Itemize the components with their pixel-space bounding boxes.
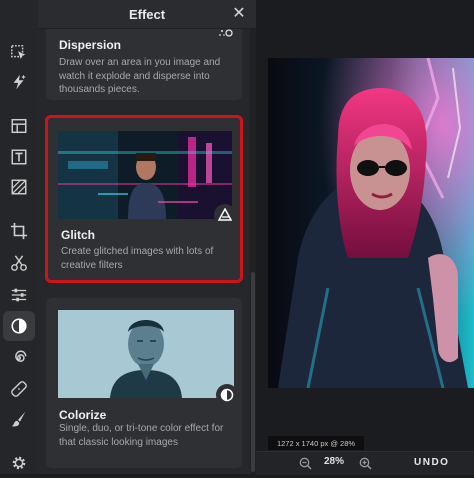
glitch-badge (214, 204, 236, 226)
panel-title: Effect (128, 6, 166, 22)
crop-icon (10, 222, 28, 240)
canvas-image[interactable] (268, 58, 474, 388)
undo-button[interactable]: UNDO (414, 457, 449, 468)
select-icon (11, 45, 26, 60)
zoom-in-button[interactable] (358, 456, 372, 470)
effect-name: Dispersion (59, 38, 122, 52)
texture-icon (11, 179, 27, 195)
swirl-tool[interactable] (3, 343, 35, 373)
dispersion-icon (219, 29, 233, 37)
panel-header: Effect ✕ (38, 0, 256, 29)
effect-card-glitch[interactable]: Glitch Create glitched images with lots … (45, 115, 243, 283)
close-icon[interactable]: ✕ (230, 4, 248, 22)
effect-description: Create glitched images with lots of crea… (61, 246, 214, 271)
heal-icon (11, 381, 27, 397)
zoom-out-button[interactable] (298, 456, 312, 470)
texture-tool[interactable] (3, 172, 35, 202)
glitch-icon (218, 208, 232, 221)
effect-name: Colorize (59, 408, 107, 422)
quick-effects-icon (13, 74, 26, 90)
cutout-tool[interactable] (3, 248, 35, 278)
effect-name: Glitch (61, 228, 96, 242)
settings-icon (12, 456, 26, 470)
brush-tool[interactable] (3, 404, 35, 434)
heal-tool[interactable] (3, 374, 35, 404)
zoom-in-icon (359, 457, 371, 469)
glitch-thumbnail (58, 131, 232, 219)
effect-panel: Effect ✕ Dispersion Draw over an area in… (38, 0, 256, 474)
effect-card-colorize[interactable]: Colorize Single, duo, or tri-tone color … (46, 298, 242, 468)
layout-tool[interactable] (3, 111, 35, 141)
layout-icon (11, 118, 27, 134)
colorize-icon (220, 388, 234, 402)
brush-icon (11, 411, 26, 427)
crop-tool[interactable] (3, 216, 35, 246)
adjust-icon (11, 288, 27, 302)
cutout-icon (11, 255, 27, 271)
zoom-out-icon (299, 457, 311, 469)
effect-description: Draw over an area in you image and watch… (59, 57, 221, 95)
colorize-thumbnail (58, 310, 234, 398)
quick-effects-tool[interactable] (3, 67, 35, 97)
text-icon (11, 149, 27, 165)
panel-scroll-thumb[interactable] (251, 272, 255, 472)
swirl-icon (15, 350, 27, 362)
effect-description: Single, duo, or tri-tone color effect fo… (59, 423, 224, 448)
image-info: 1272 x 1740 px @ 28% (268, 436, 364, 450)
colorize-badge (216, 384, 238, 406)
zoom-level: 28% (324, 456, 345, 467)
adjust-tool[interactable] (3, 280, 35, 310)
tool-sidebar (0, 0, 39, 474)
effect-tool[interactable] (3, 311, 35, 341)
text-tool[interactable] (3, 142, 35, 172)
effect-icon (11, 318, 27, 334)
select-tool[interactable] (3, 38, 35, 68)
